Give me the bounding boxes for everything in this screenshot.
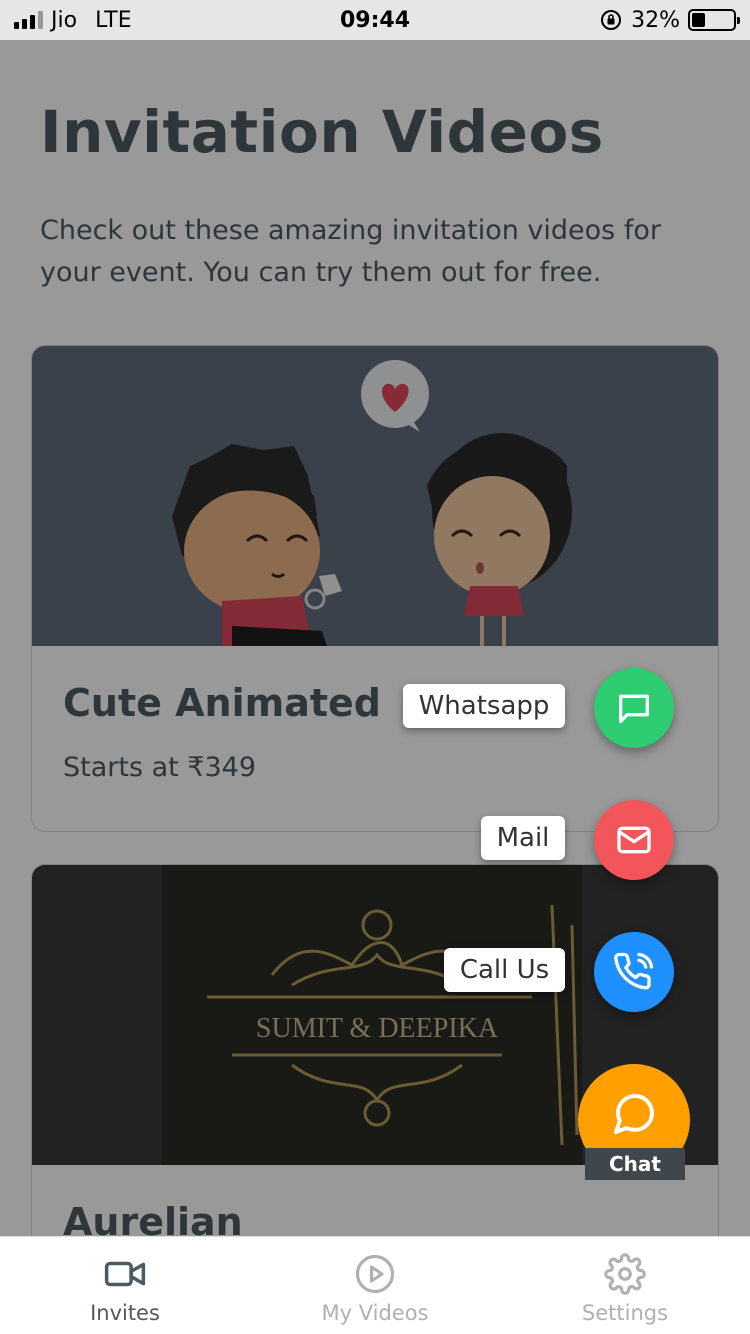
- status-bar: Jio LTE 09:44 32%: [0, 0, 750, 40]
- message-square-icon: [619, 694, 649, 723]
- whatsapp-label[interactable]: Whatsapp: [403, 684, 565, 728]
- tab-settings[interactable]: Settings: [500, 1237, 750, 1334]
- chat-bubble-icon: [614, 1094, 655, 1134]
- tab-invites[interactable]: Invites: [0, 1237, 250, 1334]
- tab-label: Settings: [581, 1301, 669, 1325]
- battery-percent: 32%: [631, 7, 680, 33]
- mail-button[interactable]: [594, 800, 674, 880]
- tab-bar: Invites My Videos Settings: [0, 1236, 750, 1334]
- tab-label: My Videos: [321, 1301, 429, 1325]
- fab-backdrop[interactable]: [0, 40, 750, 1236]
- tab-my-videos[interactable]: My Videos: [250, 1237, 500, 1334]
- call-us-button[interactable]: [594, 932, 674, 1012]
- call-us-label[interactable]: Call Us: [444, 948, 565, 992]
- status-left: Jio LTE: [14, 8, 132, 33]
- gear-icon: [604, 1253, 646, 1295]
- carrier-name: Jio: [51, 7, 78, 33]
- whatsapp-button[interactable]: [594, 668, 674, 748]
- signal-icon: [14, 11, 43, 29]
- mail-label[interactable]: Mail: [481, 816, 565, 860]
- phone-call-icon: [614, 952, 654, 990]
- orientation-lock-icon: [601, 10, 622, 30]
- status-right: 32%: [599, 7, 740, 33]
- network-type: LTE: [95, 7, 132, 33]
- battery-icon: [688, 9, 740, 31]
- chat-label[interactable]: Chat: [585, 1148, 685, 1180]
- video-camera-icon: [104, 1261, 146, 1287]
- play-circle-icon: [355, 1254, 395, 1294]
- mail-icon: [617, 826, 651, 854]
- tab-label: Invites: [90, 1301, 160, 1325]
